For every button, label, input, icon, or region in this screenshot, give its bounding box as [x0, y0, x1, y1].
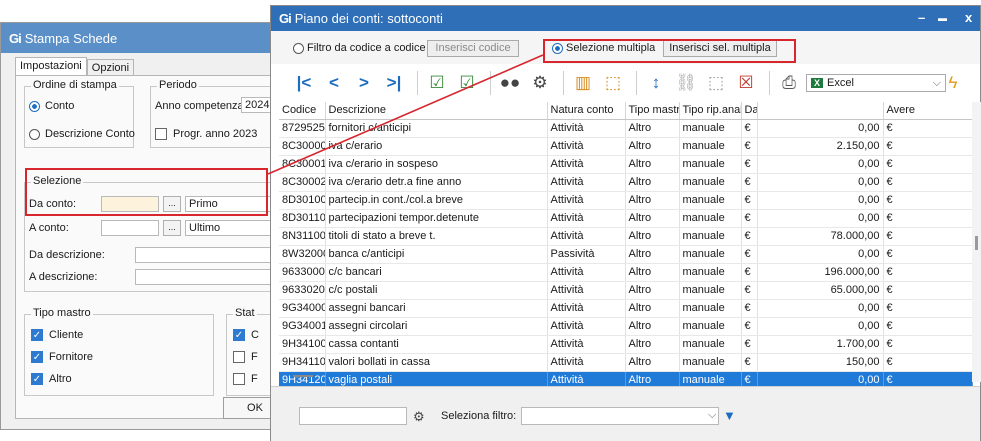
- connector-line: [267, 54, 544, 175]
- annotation-connector: [267, 54, 544, 175]
